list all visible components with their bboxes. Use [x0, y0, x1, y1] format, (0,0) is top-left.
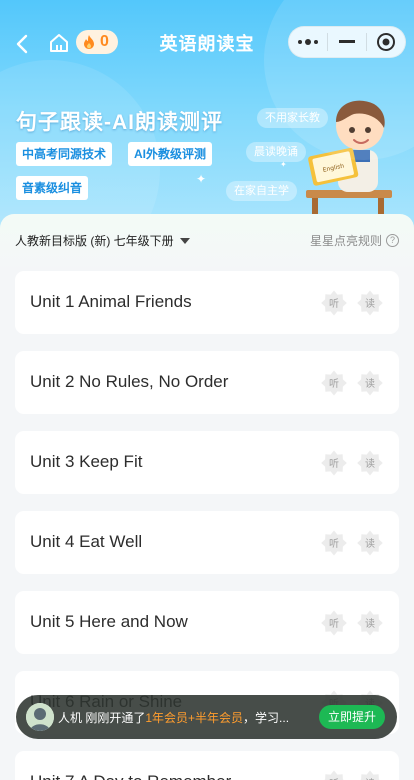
read-star-button[interactable]: 读	[356, 369, 384, 397]
sparkle-icon: ✦	[280, 160, 287, 169]
read-star-button[interactable]: 读	[356, 609, 384, 637]
unit-card[interactable]: Unit 1 Animal Friends 听 读	[15, 271, 399, 334]
star-rules-label: 星星点亮规则	[309, 234, 382, 248]
read-label: 读	[365, 459, 375, 470]
target-close-icon	[377, 33, 395, 51]
unit-title: Unit 7 A Day to Remember	[30, 772, 231, 780]
close-program-button[interactable]	[367, 27, 405, 57]
listen-label: 听	[329, 379, 339, 390]
read-star-button[interactable]: 读	[356, 449, 384, 477]
toast-message: 人机 刚刚开通了1年会员+半年会员，学习...	[58, 709, 326, 726]
listen-label: 听	[320, 775, 348, 780]
read-label: 读	[365, 539, 375, 550]
listen-star-button[interactable]: 听	[320, 609, 348, 637]
hero-title: 句子跟读-AI朗读测评	[16, 111, 223, 134]
fire-streak-badge[interactable]: 0	[76, 30, 118, 54]
hero-bubble: 在家自主学	[226, 181, 297, 201]
capsule-divider	[366, 33, 367, 51]
unit-card[interactable]: Unit 4 Eat Well 听 读	[15, 511, 399, 574]
read-label: 读	[365, 379, 375, 390]
page-title: 英语朗读宝	[159, 34, 255, 54]
mini-program-capsule	[288, 26, 406, 58]
unit-card[interactable]: Unit 5 Here and Now 听 读	[15, 591, 399, 654]
listen-star-button[interactable]: 听	[320, 289, 348, 317]
home-icon[interactable]	[48, 32, 70, 54]
hero-banner: 0 英语朗读宝 句子跟读-AI朗读测评 中高考同源技术 AI外教级评测 音素级纠…	[0, 0, 414, 240]
toast-highlight: 1年会员+半年会员	[145, 711, 244, 725]
more-menu-button[interactable]	[289, 27, 327, 57]
hero-tag: 音素级纠音	[16, 176, 89, 200]
unit-title: Unit 4 Eat Well	[30, 532, 143, 551]
hero-bubble: 晨读晚诵	[246, 142, 306, 162]
nav-bar: 0 英语朗读宝	[0, 24, 414, 64]
minus-icon	[339, 40, 355, 43]
unit-title: Unit 1 Animal Friends	[30, 292, 192, 311]
fire-icon	[84, 35, 94, 49]
unit-card[interactable]: Unit 3 Keep Fit 听 读	[15, 431, 399, 494]
listen-star-button[interactable]: 听	[320, 529, 348, 557]
listen-star-button[interactable]: 听	[320, 369, 348, 397]
read-label: 读	[365, 619, 375, 630]
caret-down-icon	[179, 237, 190, 244]
minimize-button[interactable]	[328, 27, 366, 57]
sparkle-icon: ✦	[196, 172, 207, 186]
hero-tag: 中高考同源技术	[16, 142, 113, 166]
upgrade-now-button[interactable]: 立即提升	[319, 705, 385, 729]
more-dots-icon	[298, 39, 318, 45]
listen-label: 听	[329, 459, 339, 470]
unit-title: Unit 5 Here and Now	[30, 612, 188, 631]
capsule-divider	[327, 33, 328, 51]
read-label: 读	[356, 775, 384, 780]
read-star-button[interactable]: 读	[356, 289, 384, 317]
listen-label: 听	[329, 539, 339, 550]
textbook-selector[interactable]: 人教新目标版 (新) 七年级下册	[15, 232, 190, 249]
hero-bubble: 不用家长教	[257, 108, 328, 128]
listen-label: 听	[329, 619, 339, 630]
read-label: 读	[365, 299, 375, 310]
help-icon: ?	[386, 234, 399, 247]
listen-star-button[interactable]: 听	[320, 769, 348, 780]
back-icon[interactable]	[14, 32, 32, 56]
listen-label: 听	[329, 299, 339, 310]
app-screen: 0 英语朗读宝 句子跟读-AI朗读测评 中高考同源技术 AI外教级评测 音素级纠…	[0, 0, 414, 780]
read-star-button[interactable]: 读	[356, 769, 384, 780]
unit-card[interactable]: Unit 2 No Rules, No Order 听 读	[15, 351, 399, 414]
textbook-label: 人教新目标版 (新) 七年级下册	[15, 234, 174, 248]
reading-boy-illustration: English	[306, 100, 392, 214]
purchase-toast: 人机 刚刚开通了1年会员+半年会员，学习... 立即提升	[16, 695, 397, 739]
toast-suffix: ，学习...	[243, 711, 290, 725]
user-avatar	[26, 703, 54, 731]
fire-count: 0	[100, 33, 109, 50]
filter-row: 人教新目标版 (新) 七年级下册 星星点亮规则 ?	[0, 228, 414, 254]
star-rules-link[interactable]: 星星点亮规则 ?	[310, 232, 399, 249]
toast-prefix: 人机 刚刚开通了	[58, 711, 146, 725]
listen-star-button[interactable]: 听	[320, 449, 348, 477]
unit-card[interactable]: Unit 7 A Day to Remember 听 读	[15, 751, 399, 780]
read-star-button[interactable]: 读	[356, 529, 384, 557]
hero-tag: AI外教级评测	[128, 142, 213, 166]
unit-title: Unit 3 Keep Fit	[30, 452, 143, 471]
unit-title: Unit 2 No Rules, No Order	[30, 372, 229, 391]
